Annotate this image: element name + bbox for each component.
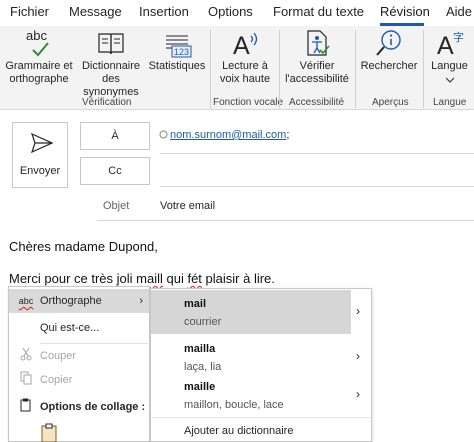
group-language-label: Langue: [433, 97, 467, 108]
ribbon-separator: [279, 30, 280, 108]
chevron-right-icon: ›: [356, 387, 360, 401]
suggestion-detail: courrier: [184, 316, 222, 328]
suggestion-detail: maillon, boucle, lace: [184, 399, 284, 411]
paste-options-heading: Options de collage :: [9, 395, 149, 419]
paste-keep-format-icon[interactable]: [40, 423, 60, 442]
chevron-right-icon: ›: [139, 295, 143, 307]
recipient-separator: ;: [286, 129, 290, 141]
spelling-check-icon: abc: [24, 28, 54, 60]
menu-item-label: Qui est-ce...: [40, 322, 100, 334]
svg-text:字: 字: [453, 30, 464, 44]
body-text-mid: qui: [162, 271, 188, 286]
accessibility-check-icon: [302, 28, 332, 62]
recipient-chip[interactable]: nom.surnom@mail.com;: [159, 129, 289, 141]
spelling-grammar-label: Grammaire et orthographe: [5, 60, 73, 85]
subject-field-underline: [97, 220, 474, 221]
tab-options[interactable]: Options: [208, 4, 253, 19]
send-label: Envoyer: [19, 165, 61, 177]
menu-item-cut[interactable]: Couper: [9, 344, 149, 368]
word-count-button[interactable]: 123 Statistiques: [146, 26, 208, 92]
tab-fichier[interactable]: Fichier: [10, 4, 49, 19]
presence-status-icon: [159, 130, 168, 139]
suggestion-expand[interactable]: ›: [351, 290, 371, 334]
language-label: Langue: [431, 60, 468, 72]
menu-item-label: Couper: [40, 350, 77, 362]
spelling-grammar-button[interactable]: abc Grammaire et orthographe: [2, 26, 76, 92]
tab-insertion[interactable]: Insertion: [139, 4, 189, 19]
group-overview-label: Aperçus: [372, 97, 409, 108]
tab-format-du-texte[interactable]: Format du texte: [273, 4, 364, 19]
svg-text:A: A: [437, 32, 454, 58]
spelling-icon-text: abc: [18, 296, 34, 306]
subject-input[interactable]: Votre email: [160, 200, 215, 212]
suggestion-expand[interactable]: ›: [351, 373, 371, 417]
word-count-label: Statistiques: [148, 60, 206, 72]
thesaurus-button[interactable]: Dictionnaire des synonymes: [74, 26, 148, 98]
misspelled-word[interactable]: fét: [187, 271, 201, 286]
language-icon: A 字: [435, 28, 465, 62]
language-button[interactable]: A 字 Langue: [425, 26, 474, 92]
greeting-line[interactable]: Chères madame Dupond,: [9, 239, 158, 254]
spelling-icon: abc: [17, 289, 35, 313]
body-text-before: Merci pour ce très joli: [9, 271, 137, 286]
send-icon: [31, 133, 53, 153]
add-to-dictionary-item[interactable]: Ajouter au dictionnaire: [184, 425, 293, 437]
ribbon-separator: [210, 30, 211, 108]
book-icon: [96, 28, 126, 62]
thesaurus-label: Dictionnaire des synonymes: [81, 60, 141, 98]
word-count-icon-text: 123: [174, 47, 190, 57]
misspelled-word[interactable]: maill: [136, 271, 163, 286]
tab-message[interactable]: Message: [69, 4, 122, 19]
send-button[interactable]: Envoyer: [12, 122, 68, 188]
check-accessibility-label: Vérifier l'accessibilité: [285, 60, 349, 85]
check-accessibility-button[interactable]: Vérifier l'accessibilité: [281, 26, 353, 92]
cc-field-underline[interactable]: [160, 186, 474, 187]
ribbon-separator: [355, 30, 356, 108]
search-label: Rechercher: [360, 60, 418, 72]
menu-item-who-is[interactable]: Qui est-ce...: [9, 316, 149, 340]
to-field-underline: [160, 153, 474, 154]
suggestion-word: maille: [184, 381, 216, 393]
suggestion-word: mailla: [184, 343, 216, 355]
group-accessibility-label: Accessibilité: [289, 97, 345, 108]
ribbon-separator: [423, 30, 424, 108]
recipient-address: nom.surnom@mail.com: [170, 129, 287, 141]
ribbon-tabs: Fichier Message Insertion Options Format…: [0, 0, 474, 26]
paste-icon: [17, 395, 35, 419]
search-insights-icon: [374, 28, 404, 62]
subject-label: Objet: [103, 200, 130, 212]
menu-item-spelling[interactable]: abc Orthographe ›: [9, 289, 149, 313]
suggestion-item[interactable]: maille maillon, boucle, lace ›: [151, 373, 371, 417]
word-count-icon: 123: [162, 28, 192, 60]
body-line[interactable]: Merci pour ce très joli maill qui fét pl…: [9, 271, 275, 286]
group-verification-label: Vérification: [82, 97, 132, 108]
cc-button[interactable]: Cc: [80, 157, 150, 185]
tab-revision[interactable]: Révision: [380, 4, 430, 19]
read-aloud-icon: A: [230, 28, 260, 62]
body-text-after: plaisir à lire.: [201, 271, 275, 286]
chevron-down-icon: [445, 77, 455, 83]
read-aloud-button[interactable]: A Lecture à voix haute: [212, 26, 278, 92]
spelling-suggestions-menu: mail courrier › mailla laça, lia › maill…: [150, 288, 372, 442]
copy-icon: [17, 368, 35, 392]
svg-text:A: A: [233, 32, 250, 58]
menu-separator: [151, 417, 371, 418]
menu-item-label: Orthographe: [40, 295, 102, 307]
chevron-right-icon: ›: [356, 349, 360, 363]
chevron-right-icon: ›: [356, 304, 360, 318]
to-button[interactable]: À: [80, 122, 150, 150]
suggestion-detail: laça, lia: [184, 361, 222, 373]
read-aloud-label: Lecture à voix haute: [219, 60, 271, 85]
suggestion-word: mail: [184, 298, 207, 310]
group-voice-label: Fonction vocale: [213, 97, 284, 108]
menu-item-copy[interactable]: Copier: [9, 368, 149, 392]
menu-item-label: Options de collage :: [40, 401, 146, 413]
tab-aide[interactable]: Aide: [446, 4, 472, 19]
context-menu: abc Orthographe › Qui est-ce... Couper C…: [8, 286, 150, 442]
search-button[interactable]: Rechercher: [357, 26, 421, 92]
scissors-icon: [17, 344, 35, 368]
ribbon: abc Grammaire et orthographe Dictionnair…: [0, 26, 474, 110]
menu-item-label: Copier: [40, 374, 73, 386]
suggestion-item[interactable]: mail courrier ›: [151, 290, 371, 334]
